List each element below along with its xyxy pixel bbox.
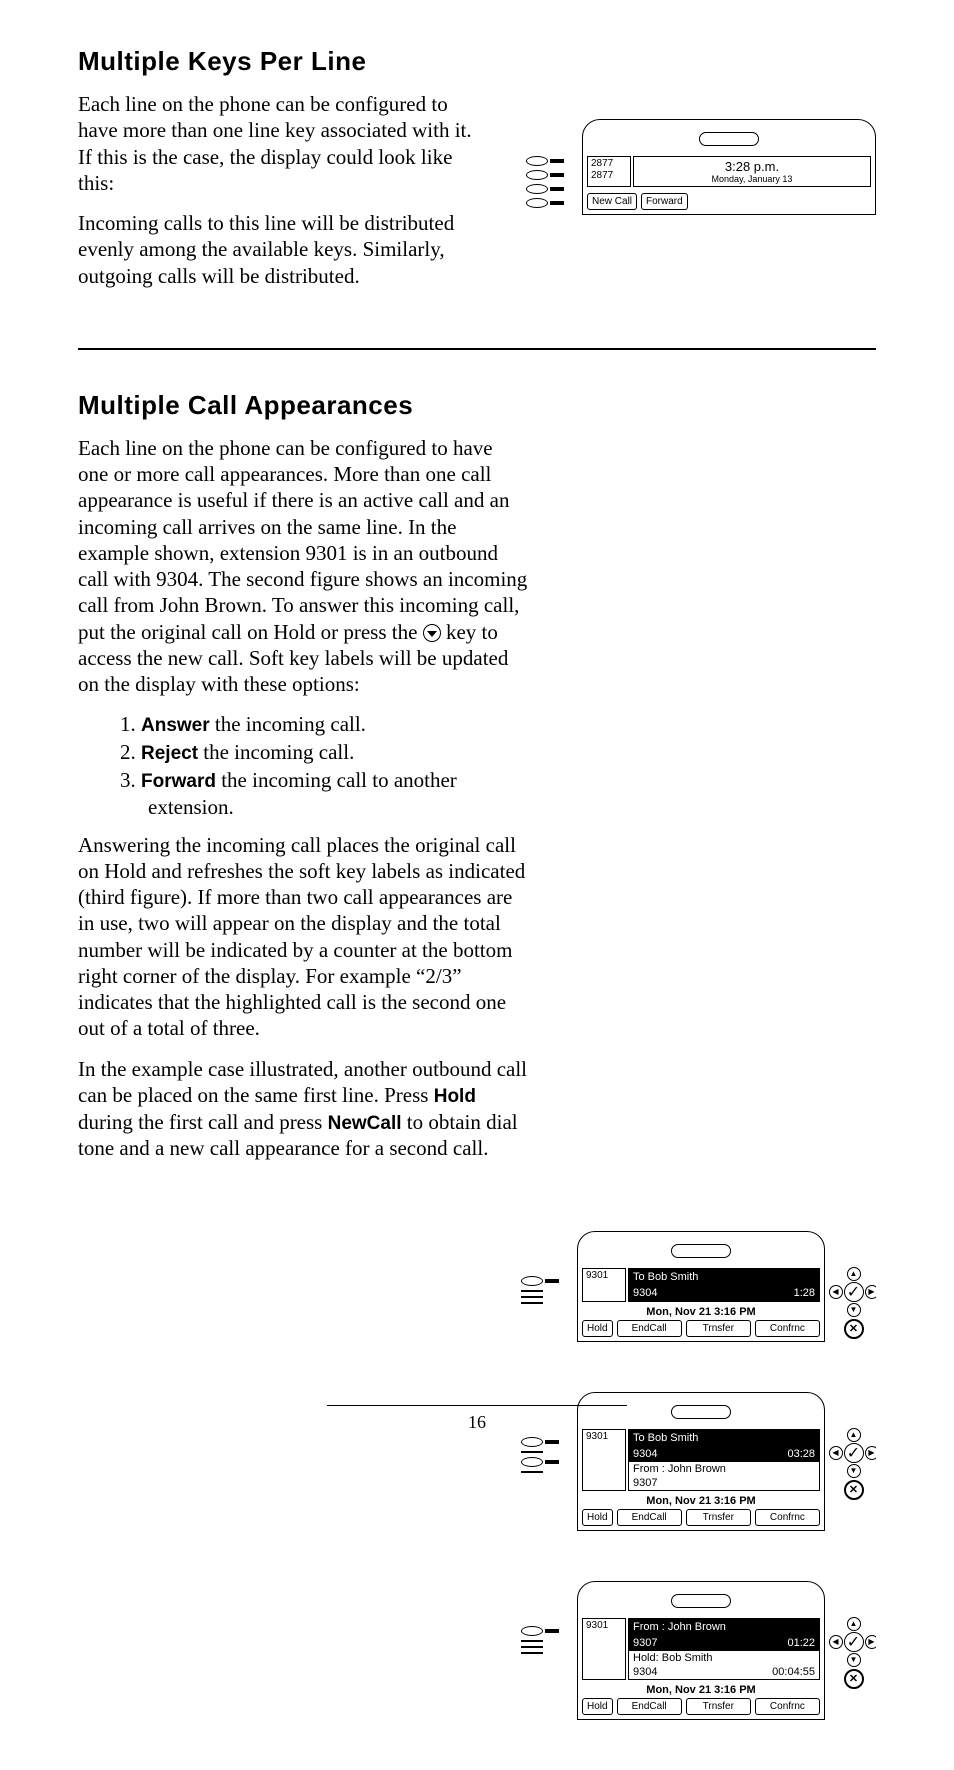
figC-sk-confrnc: Confrnc bbox=[755, 1698, 820, 1715]
li-forward: 3. Forward the incoming call to another … bbox=[120, 767, 528, 822]
fig1-ext2: 2877 bbox=[591, 170, 627, 181]
fig1-time: 3:28 p.m. bbox=[638, 159, 866, 174]
nav-cluster: ▲ ▼ ◀ ▶ ✓ ✕ bbox=[831, 1231, 876, 1339]
sec1-p2: Incoming calls to this line will be dist… bbox=[78, 210, 488, 289]
sec2-p1: Each line on the phone can be configured… bbox=[78, 435, 528, 698]
figC-sk-trnsfer: Trnsfer bbox=[686, 1698, 751, 1715]
page-number: 16 bbox=[468, 1412, 486, 1432]
li-reject: 2. Reject the incoming call. bbox=[120, 739, 528, 767]
figC-sk-hold: Hold bbox=[582, 1698, 613, 1715]
figB-num: 9304 bbox=[633, 1448, 657, 1460]
figC-date: Mon, Nov 21 3:16 PM bbox=[582, 1684, 820, 1696]
figA-sk-hold: Hold bbox=[582, 1320, 613, 1337]
figB-date: Mon, Nov 21 3:16 PM bbox=[582, 1495, 820, 1507]
section1-text: Each line on the phone can be configured… bbox=[78, 91, 488, 303]
figC-from-num: 9307 bbox=[633, 1637, 657, 1649]
page-footer: 16 bbox=[0, 1405, 954, 1433]
figC-hold: Hold: Bob Smith bbox=[629, 1651, 819, 1665]
section-multiple-keys: Multiple Keys Per Line Each line on the … bbox=[78, 46, 876, 303]
figB-dur: 03:28 bbox=[787, 1448, 815, 1460]
heading-multiple-call: Multiple Call Appearances bbox=[78, 390, 876, 421]
section-divider bbox=[78, 348, 876, 350]
li-answer: 1. Answer the incoming call. bbox=[120, 711, 528, 739]
figC-from-dur: 01:22 bbox=[787, 1637, 815, 1649]
figA-sk-confrnc: Confrnc bbox=[755, 1320, 820, 1337]
figB-from-num: 9307 bbox=[629, 1476, 819, 1490]
figA-sk-endcall: EndCall bbox=[617, 1320, 682, 1337]
figC-ext: 9301 bbox=[586, 1620, 622, 1631]
fig1-sk-forward: Forward bbox=[641, 193, 688, 210]
figA-sk-trnsfer: Trnsfer bbox=[686, 1320, 751, 1337]
figB-sk-hold: Hold bbox=[582, 1509, 613, 1526]
sec2-p3: In the example case illustrated, another… bbox=[78, 1056, 528, 1162]
line-keys bbox=[526, 126, 576, 208]
down-arrow-key-icon bbox=[423, 624, 441, 642]
figC-from: From : John Brown bbox=[633, 1621, 726, 1633]
heading-multiple-keys: Multiple Keys Per Line bbox=[78, 46, 876, 77]
figure-c: 9301 From : John Brown 9307 01:22 Hold: … bbox=[521, 1581, 876, 1720]
figA-ext: 9301 bbox=[586, 1270, 622, 1281]
figA-to: To Bob Smith bbox=[633, 1271, 698, 1283]
figC-sk-endcall: EndCall bbox=[617, 1698, 682, 1715]
figB-sk-endcall: EndCall bbox=[617, 1509, 682, 1526]
figure-1: 2877 2877 3:28 p.m. Monday, January 13 N… bbox=[526, 119, 876, 215]
options-list: 1. Answer the incoming call. 2. Reject t… bbox=[78, 711, 528, 821]
sec1-p1: Each line on the phone can be configured… bbox=[78, 91, 488, 196]
figA-date: Mon, Nov 21 3:16 PM bbox=[582, 1306, 820, 1318]
figA-num: 9304 bbox=[633, 1287, 657, 1299]
figure-a: 9301 To Bob Smith 9304 1:28 Mon, Nov 21 … bbox=[521, 1231, 876, 1342]
figB-to: To Bob Smith bbox=[633, 1432, 698, 1444]
speaker-icon bbox=[699, 132, 759, 146]
fig1-sk-newcall: New Call bbox=[587, 193, 637, 210]
sec2-p2: Answering the incoming call places the o… bbox=[78, 832, 528, 1042]
figB-sk-confrnc: Confrnc bbox=[755, 1509, 820, 1526]
figA-dur: 1:28 bbox=[794, 1287, 815, 1299]
figC-hold-dur: 00:04:55 bbox=[772, 1666, 815, 1678]
figB-sk-trnsfer: Trnsfer bbox=[686, 1509, 751, 1526]
fig1-ext1: 2877 bbox=[591, 158, 627, 169]
figC-hold-num: 9304 bbox=[633, 1666, 657, 1678]
section-multiple-call-appearances: Multiple Call Appearances Each line on t… bbox=[78, 390, 876, 1770]
figB-from: From : John Brown bbox=[629, 1462, 819, 1476]
fig1-date: Monday, January 13 bbox=[638, 174, 866, 184]
delete-button-icon: ✕ bbox=[844, 1319, 864, 1339]
